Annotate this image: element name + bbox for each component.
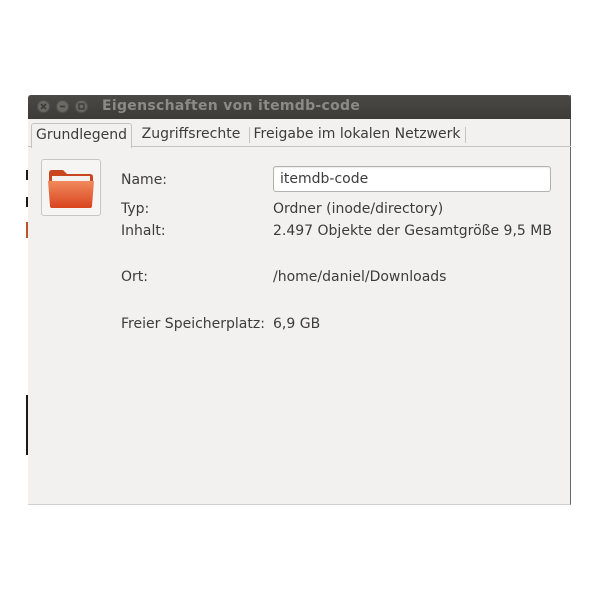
tab-separator xyxy=(249,127,250,143)
maximize-button[interactable] xyxy=(75,100,88,113)
folder-icon xyxy=(48,170,94,208)
name-label: Name: xyxy=(121,172,168,188)
tab-zugriffsrechte[interactable]: Zugriffsrechte xyxy=(136,123,246,147)
tab-freigabe[interactable]: Freigabe im lokalen Netzwerk xyxy=(252,123,462,147)
minimize-icon xyxy=(60,105,65,108)
free-space-label: Freier Speicherplatz: xyxy=(121,316,265,332)
properties-dialog: Eigenschaften von itemdb-code Grundlegen… xyxy=(28,95,571,505)
content-label: Inhalt: xyxy=(121,223,166,239)
close-button[interactable] xyxy=(37,100,50,113)
tab-bar: Grundlegend Zugriffsrechte Freigabe im l… xyxy=(28,119,571,148)
type-value: Ordner (inode/directory) xyxy=(273,201,444,217)
tab-grundlegend[interactable]: Grundlegend xyxy=(31,123,132,148)
name-input[interactable] xyxy=(273,166,551,192)
maximize-icon xyxy=(78,103,85,110)
window-title: Eigenschaften von itemdb-code xyxy=(102,98,361,114)
folder-icon-button[interactable] xyxy=(41,159,101,216)
content-value: 2.497 Objekte der Gesamtgröße 9,5 MB xyxy=(273,223,552,239)
tab-separator xyxy=(465,127,466,143)
type-label: Typ: xyxy=(121,201,150,217)
free-space-value: 6,9 GB xyxy=(273,316,321,332)
close-icon xyxy=(40,103,47,110)
location-value: /home/daniel/Downloads xyxy=(273,269,447,285)
location-label: Ort: xyxy=(121,269,148,285)
title-bar[interactable]: Eigenschaften von itemdb-code xyxy=(28,95,571,119)
minimize-button[interactable] xyxy=(56,100,69,113)
